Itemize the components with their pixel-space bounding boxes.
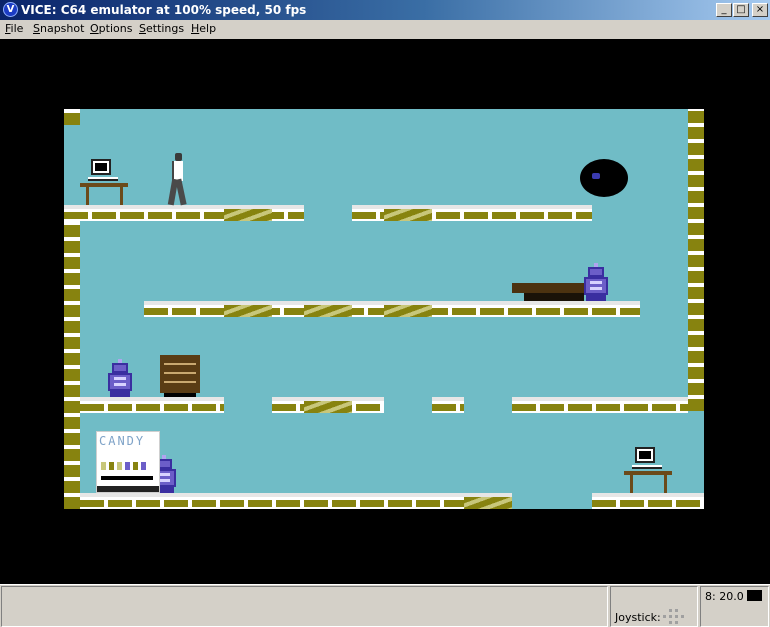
status-bar: Joystick: 8: 20.0: [0, 584, 770, 627]
vice-app-icon[interactable]: V: [3, 2, 18, 17]
menu-settings[interactable]: Settings: [139, 22, 184, 35]
lift-row3: [304, 397, 352, 413]
platform-row3-c: [432, 397, 464, 413]
status-message-panel: [1, 586, 608, 627]
menu-snapshot-mnemonic: S: [33, 22, 40, 35]
close-button[interactable]: ×: [752, 3, 768, 17]
title-bar[interactable]: V VICE: C64 emulator at 100% speed, 50 f…: [0, 0, 770, 20]
candy-vending-machine: CANDY: [96, 431, 160, 493]
menu-options-label: ptions: [98, 22, 133, 35]
menu-options[interactable]: Options: [90, 22, 132, 35]
maximize-button[interactable]: □: [733, 3, 749, 17]
lift-row1-right: [384, 205, 432, 221]
lift-row2-b: [304, 301, 352, 317]
menu-file[interactable]: File: [5, 22, 23, 35]
drive-led-icon: [747, 590, 762, 601]
minimize-button[interactable]: _: [716, 3, 732, 17]
game-playfield: CANDY: [64, 109, 704, 509]
robot-enemy: [582, 263, 610, 303]
menu-help[interactable]: Help: [191, 22, 216, 35]
menu-help-label: elp: [199, 22, 217, 35]
menu-settings-mnemonic: S: [139, 22, 146, 35]
wall-top-left: [64, 109, 80, 125]
platform-row4-right: [592, 493, 704, 509]
bomb-ball: [580, 159, 628, 197]
joystick-indicator-icon[interactable]: [663, 609, 685, 624]
player-agent: [166, 153, 190, 206]
window-title: VICE: C64 emulator at 100% speed, 50 fps: [21, 3, 307, 17]
platform-row3-a: [80, 397, 224, 413]
drive-status-panel: 8: 20.0: [700, 586, 769, 627]
menu-file-label: ile: [10, 22, 24, 35]
joystick-label: Joystick:: [615, 611, 661, 624]
cabinet-base: [164, 393, 196, 397]
emulator-screen[interactable]: CANDY: [0, 39, 770, 584]
vice-window: V VICE: C64 emulator at 100% speed, 50 f…: [0, 0, 770, 627]
joystick-panel: Joystick:: [610, 586, 698, 627]
menu-options-mnemonic: O: [90, 22, 99, 35]
menu-bar: File Snapshot Options Settings Help: [0, 20, 770, 39]
platform-row3-d: [512, 397, 688, 413]
lift-row2-a: [224, 301, 272, 317]
wall-right: [688, 109, 704, 411]
platform-row4-left: [80, 493, 464, 509]
robot-enemy: [106, 359, 134, 399]
menu-snapshot-label: napshot: [39, 22, 85, 35]
filing-cabinet: [160, 355, 200, 393]
menu-settings-label: ettings: [145, 22, 185, 35]
lift-row2-c: [384, 301, 432, 317]
menu-snapshot[interactable]: Snapshot: [33, 22, 84, 35]
lift-row4: [464, 493, 512, 509]
wall-left: [64, 221, 80, 509]
vending-label: CANDY: [99, 434, 146, 448]
drive-track-label: 8: 20.0: [705, 590, 744, 603]
lift-row1-left: [224, 205, 272, 221]
